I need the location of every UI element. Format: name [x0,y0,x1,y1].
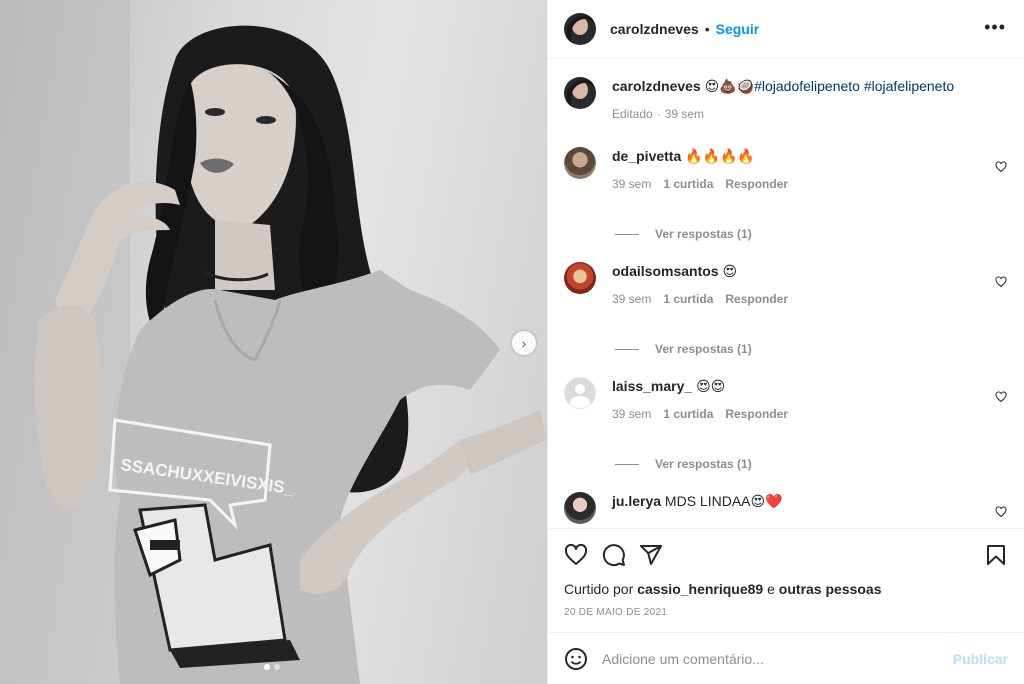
comment-item: ju.lerya MDS LINDAA😍❤️ [564,492,1009,524]
post-photo[interactable]: SSACHUXXEIVISXIS_ › [0,0,547,684]
comment-body: de_pivetta 🔥🔥🔥🔥 39 sem 1 curtida Respond… [612,147,788,191]
comment-body: odailsomsantos 😍 39 sem 1 curtida Respon… [612,262,788,306]
comment-age[interactable]: 39 sem [612,407,651,421]
likes-summary: Curtido por cassio_henrique89 e outras p… [564,581,882,597]
publish-button[interactable]: Publicar [953,651,1008,667]
comment-input[interactable] [602,650,932,667]
commenter-username[interactable]: de_pivetta [612,148,681,164]
view-replies-button[interactable]: Ver respostas (1) [615,457,752,471]
heart-icon[interactable] [995,391,1007,403]
post-caption: carolzdneves 😍💩🥥#lojadofelipeneto #lojaf… [564,77,954,121]
meta-separator: · [656,107,661,121]
bookmark-icon[interactable] [984,543,1008,567]
view-replies-button[interactable]: Ver respostas (1) [615,342,752,356]
post-actions: Curtido por cassio_henrique89 e outras p… [548,528,1024,632]
carousel-next-button[interactable]: › [512,331,536,355]
edited-label: Editado [612,107,653,121]
caption-emojis: 😍💩🥥 [704,78,755,94]
commenter-avatar[interactable] [564,262,596,294]
caption-meta: Editado · 39 sem [612,107,954,121]
comment-age[interactable]: 39 sem [612,292,651,306]
comment-content: MDS LINDAA😍❤️ [664,493,783,509]
author-avatar[interactable] [564,13,596,45]
more-options-icon[interactable]: ••• [984,18,1006,36]
likes-others-link[interactable]: outras pessoas [779,581,882,597]
commenter-username[interactable]: odailsomsantos [612,263,719,279]
comment-content: 😍😍 [696,378,726,394]
comment-body: ju.lerya MDS LINDAA😍❤️ [612,492,783,524]
commenter-avatar[interactable] [564,492,596,524]
commenter-username[interactable]: laiss_mary_ [612,378,692,394]
likes-conjunction: e [767,581,775,597]
comment-body: laiss_mary_ 😍😍 39 sem 1 curtida Responde… [612,377,788,421]
comment-age[interactable]: 39 sem [612,177,651,191]
comment-meta: 39 sem 1 curtida Responder [612,177,788,191]
comment-text: laiss_mary_ 😍😍 [612,377,788,395]
view-replies-button[interactable]: Ver respostas (1) [615,227,752,241]
comment-meta: 39 sem 1 curtida Responder [612,292,788,306]
hashtag-link[interactable]: #lojafelipeneto [864,78,954,94]
comment-text: odailsomsantos 😍 [612,262,788,280]
instagram-post: SSACHUXXEIVISXIS_ › carolzdneves • Segui… [0,0,1024,684]
carousel-dot [274,664,280,670]
follow-button[interactable]: Seguir [716,21,760,37]
share-icon[interactable] [639,543,663,567]
caption-text: carolzdneves 😍💩🥥#lojadofelipeneto #lojaf… [612,77,954,95]
caption-username[interactable]: carolzdneves [612,78,701,94]
author-username[interactable]: carolzdneves [610,21,699,37]
post-header: carolzdneves • Seguir ••• [548,0,1024,59]
add-comment-bar: Publicar [548,632,1024,684]
comment-meta: 39 sem 1 curtida Responder [612,407,788,421]
comment-likes[interactable]: 1 curtida [663,292,713,306]
comment-item: odailsomsantos 😍 39 sem 1 curtida Respon… [564,262,1009,306]
likes-prefix: Curtido por [564,581,634,597]
caption-avatar[interactable] [564,77,596,109]
comments-list[interactable]: carolzdneves 😍💩🥥#lojadofelipeneto #lojaf… [548,59,1024,528]
emoji-icon[interactable] [564,647,588,671]
comment-likes[interactable]: 1 curtida [663,407,713,421]
heart-icon[interactable] [564,543,588,567]
reply-button[interactable]: Responder [725,292,788,306]
comment-content: 😍 [722,263,738,279]
reply-button[interactable]: Responder [725,407,788,421]
post-date[interactable]: 20 DE MAIO DE 2021 [564,607,667,618]
comment-text: de_pivetta 🔥🔥🔥🔥 [612,147,788,165]
commenter-username[interactable]: ju.lerya [612,493,661,509]
caption-age[interactable]: 39 sem [665,107,704,121]
heart-icon[interactable] [995,276,1007,288]
liker-username[interactable]: cassio_henrique89 [637,581,763,597]
comment-item: laiss_mary_ 😍😍 39 sem 1 curtida Responde… [564,377,1009,421]
hashtag-link[interactable]: #lojadofelipeneto [754,78,860,94]
post-sidebar: carolzdneves • Seguir ••• carolzdneves 😍… [547,0,1024,684]
comment-text: ju.lerya MDS LINDAA😍❤️ [612,492,783,510]
commenter-avatar[interactable] [564,147,596,179]
commenter-avatar[interactable] [564,377,596,409]
heart-icon[interactable] [995,506,1007,518]
reply-button[interactable]: Responder [725,177,788,191]
header-separator: • [704,21,710,37]
carousel-dot-active [264,664,270,670]
comment-content: 🔥🔥🔥🔥 [685,148,755,164]
comment-likes[interactable]: 1 curtida [663,177,713,191]
portrait-illustration: SSACHUXXEIVISXIS_ [0,0,547,684]
comment-item: de_pivetta 🔥🔥🔥🔥 39 sem 1 curtida Respond… [564,147,1009,191]
carousel-indicator [264,664,280,670]
heart-icon[interactable] [995,161,1007,173]
caption-body: carolzdneves 😍💩🥥#lojadofelipeneto #lojaf… [612,77,954,121]
comment-icon[interactable] [602,543,626,567]
